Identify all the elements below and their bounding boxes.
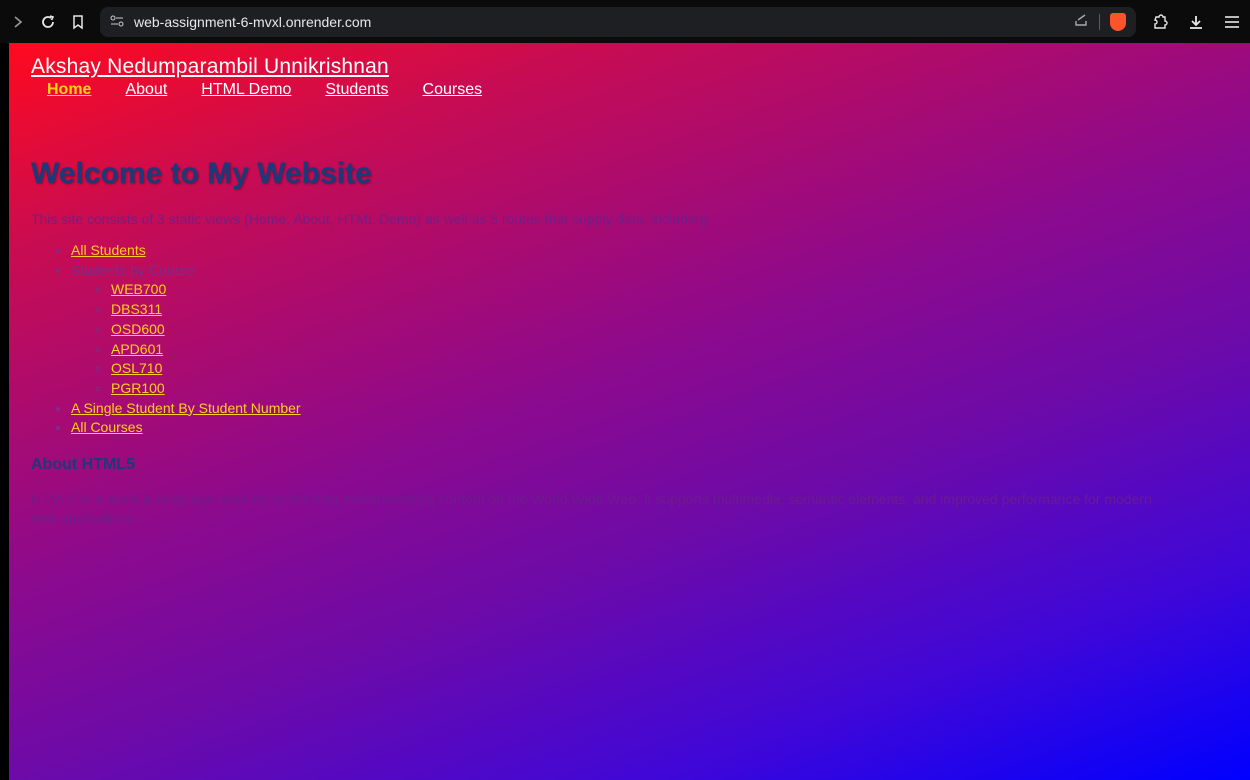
list-item: APD601	[111, 340, 1211, 360]
address-bar[interactable]: web-assignment-6-mvxl.onrender.com	[100, 6, 1136, 37]
list-item: Students by Course: WEB700 DBS311 OSD600…	[71, 261, 1211, 399]
page-viewport: Akshay Nedumparambil Unnikrishnan Home A…	[9, 43, 1250, 780]
menu-icon[interactable]	[1220, 10, 1244, 34]
brave-shield-icon[interactable]	[1110, 12, 1126, 31]
share-icon[interactable]	[1073, 12, 1089, 31]
nav-html-demo[interactable]: HTML Demo	[201, 81, 291, 99]
site-info-icon[interactable]	[110, 14, 124, 30]
intro-text: This site consists of 3 static views (Ho…	[31, 211, 711, 227]
forward-icon[interactable]	[6, 10, 30, 34]
nav-courses[interactable]: Courses	[423, 81, 483, 99]
all-courses-link[interactable]: All Courses	[71, 419, 143, 435]
course-link-osd600[interactable]: OSD600	[111, 321, 165, 337]
students-by-course-label: Students by Course:	[71, 261, 198, 278]
routes-list: All Students Students by Course: WEB700 …	[31, 241, 1211, 438]
extensions-icon[interactable]	[1148, 10, 1172, 34]
main-content: Welcome to My Website This site consists…	[31, 157, 1211, 542]
list-item: DBS311	[111, 300, 1211, 320]
window-edge	[0, 43, 9, 780]
list-item: OSD600	[111, 320, 1211, 340]
main-nav: Home About HTML Demo Students Courses	[47, 81, 482, 99]
reload-icon[interactable]	[36, 10, 60, 34]
list-item: PGR100	[111, 379, 1211, 399]
list-item: All Courses	[71, 418, 1211, 438]
course-link-dbs311[interactable]: DBS311	[111, 301, 162, 317]
site-title-link[interactable]: Akshay Nedumparambil Unnikrishnan	[31, 55, 482, 79]
list-item: A Single Student By Student Number	[71, 399, 1211, 419]
toolbar-divider	[1099, 13, 1100, 30]
browser-toolbar: web-assignment-6-mvxl.onrender.com	[0, 0, 1250, 43]
bookmark-icon[interactable]	[66, 10, 90, 34]
nav-home[interactable]: Home	[47, 81, 91, 99]
about-html5-text: HTML5 is a markup language used for stru…	[31, 491, 1152, 527]
page-title: Welcome to My Website	[31, 157, 372, 190]
about-html5-heading: About HTML5	[31, 456, 135, 474]
course-link-web700[interactable]: WEB700	[111, 281, 166, 297]
nav-students[interactable]: Students	[325, 81, 388, 99]
download-icon[interactable]	[1184, 10, 1208, 34]
list-item: WEB700	[111, 280, 1211, 300]
course-link-osl710[interactable]: OSL710	[111, 360, 162, 376]
list-item: OSL710	[111, 359, 1211, 379]
single-student-link[interactable]: A Single Student By Student Number	[71, 400, 301, 416]
browser-nav-buttons	[6, 10, 90, 34]
url-text[interactable]: web-assignment-6-mvxl.onrender.com	[134, 14, 371, 30]
nav-about[interactable]: About	[125, 81, 167, 99]
all-students-link[interactable]: All Students	[71, 242, 146, 258]
course-link-pgr100[interactable]: PGR100	[111, 380, 165, 396]
course-list: WEB700 DBS311 OSD600 APD601 OSL710 PGR10…	[71, 280, 1211, 398]
course-link-apd601[interactable]: APD601	[111, 341, 163, 357]
site-header: Akshay Nedumparambil Unnikrishnan Home A…	[31, 55, 482, 99]
list-item: All Students	[71, 241, 1211, 261]
